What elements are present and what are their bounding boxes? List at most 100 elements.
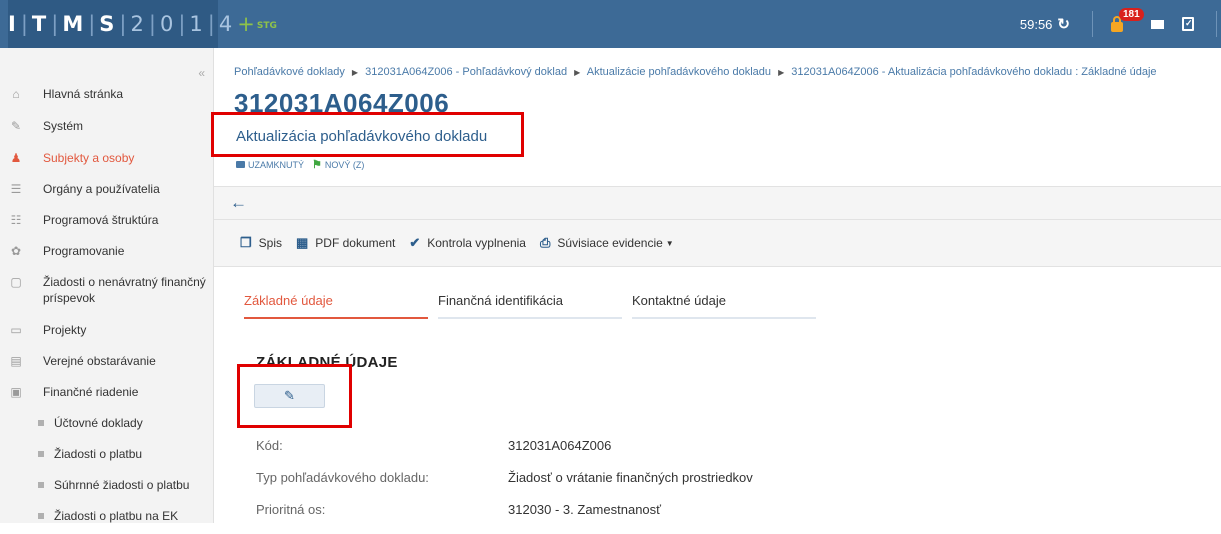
logo-letter: T (31, 12, 47, 36)
sidebar-item-label: Projekty (43, 323, 87, 337)
logo-letter: M (62, 12, 84, 36)
highlight-box (237, 364, 352, 428)
wallet-icon: ▣ (10, 385, 22, 399)
field-label: Prioritná os: (256, 502, 326, 517)
logo-separator: | (207, 12, 215, 36)
divider (214, 266, 1221, 267)
check-completion-label: Kontrola vyplnenia (427, 236, 526, 250)
sidebar-item-label: Finančné riadenie (43, 385, 139, 399)
logo-year-digit: 0 (159, 12, 174, 36)
breadcrumb: Pohľadávkové doklady ▶ 312031A064Z006 - … (234, 66, 1157, 78)
breadcrumb-link[interactable]: 312031A064Z006 - Pohľadávkový doklad (365, 66, 567, 78)
briefcase-icon: ▤ (10, 354, 22, 368)
clipboard-icon[interactable] (1182, 17, 1194, 31)
sidebar-item-label: Orgány a používatelia (43, 182, 160, 196)
session-timer: 59:56 ↻ (1020, 15, 1070, 33)
bullet-icon (38, 482, 44, 488)
sidebar-item-label: Subjekty a osoby (43, 151, 135, 165)
sidebar-item-applications[interactable]: ▢ Žiadosti o nenávratný finančný príspev… (0, 274, 214, 306)
status-locked-label: UZAMKNUTÝ (248, 159, 304, 170)
bullet-icon (38, 451, 44, 457)
pdf-label: PDF dokument (315, 236, 396, 250)
field-label: Typ pohľadávkového dokladu: (256, 470, 429, 485)
top-bar: I | T | M | S | 2 | 0 | 1 | 4 + STG 59:5… (0, 0, 1221, 48)
field-value: Žiadosť o vrátanie finančných prostriedk… (508, 470, 753, 485)
breadcrumb-arrow-icon: ▶ (574, 68, 581, 77)
logo-plus: + (237, 12, 255, 36)
folder-icon: ▭ (10, 323, 22, 337)
sidebar-subitem-label: Žiadosti o platbu (54, 447, 143, 461)
files-icon: ❐ (240, 235, 252, 250)
tabs: Základné údaje Finančná identifikácia Ko… (244, 293, 826, 319)
tab-basic-data[interactable]: Základné údaje (244, 293, 428, 319)
logo-year-digit: 1 (189, 12, 203, 36)
field-label: Kód: (256, 438, 283, 453)
notifications-button[interactable]: 181 (1111, 8, 1144, 32)
breadcrumb-link[interactable]: Aktualizácie pohľadávkového dokladu (587, 66, 771, 78)
refresh-icon[interactable]: ↻ (1057, 15, 1070, 33)
sidebar-subitem-label: Žiadosti o platbu na EK (54, 509, 179, 523)
logo-separator: | (88, 12, 96, 36)
session-timer-value: 59:56 (1019, 16, 1053, 32)
sitemap-icon: ☷ (10, 213, 22, 227)
sidebar-item-label: Systém (43, 119, 84, 133)
sidebar-item-label: Žiadosti o nenávratný finančný príspevok (43, 275, 206, 305)
sidebar-subitem-accounting-documents[interactable]: Účtovné doklady (0, 415, 214, 431)
people-icon: ♟ (10, 151, 22, 165)
detail-fields: Kód: 312031A064Z006 Typ pohľadávkového d… (256, 438, 1156, 534)
bullet-icon (38, 420, 44, 426)
mail-icon[interactable] (1151, 19, 1164, 29)
related-records-label: Súvisiace evidencie (557, 236, 663, 250)
divider (1092, 11, 1093, 37)
sidebar-subitem-payment-requests[interactable]: Žiadosti o platbu (0, 446, 214, 462)
logo-separator: | (20, 12, 28, 36)
field-row: Kód: 312031A064Z006 (256, 438, 1156, 454)
sidebar-item-label: Verejné obstarávanie (43, 354, 156, 368)
breadcrumb-current: 312031A064Z006 - Aktualizácia pohľadávko… (791, 66, 1157, 78)
field-row: Prioritná os: 312030 - 3. Zamestnanosť (256, 502, 1156, 518)
breadcrumb-link[interactable]: Pohľadávkové doklady (234, 66, 345, 78)
collapse-sidebar-icon[interactable]: « (198, 66, 205, 80)
field-row: Typ pohľadávkového dokladu: Žiadosť o vr… (256, 470, 1156, 486)
check-icon: ✔ (409, 235, 421, 250)
sidebar-item-system[interactable]: ✎ Systém (0, 118, 214, 134)
logo-separator: | (119, 12, 127, 36)
back-row: ← (214, 187, 1221, 219)
sidebar-item-finance[interactable]: ▣ Finančné riadenie (0, 384, 214, 400)
sidebar-subitem-ec-payment-requests[interactable]: Žiadosti o platbu na EK (0, 508, 214, 524)
toolbar: ❐ Spis ▦ PDF dokument ✔ Kontrola vyplnen… (214, 220, 1221, 266)
sidebar: « ⌂ Hlavná stránka ✎ Systém ♟ Subjekty a… (0, 48, 214, 523)
sidebar-item-label: Programová štruktúra (43, 213, 159, 227)
environment-label: STG (256, 21, 277, 31)
tab-financial-identification[interactable]: Finančná identifikácia (438, 293, 622, 319)
app-logo[interactable]: I | T | M | S | 2 | 0 | 1 | 4 + STG (8, 0, 277, 48)
spis-label: Spis (258, 236, 282, 250)
related-records-dropdown[interactable]: ⎙ Súvisiace evidencie ▼ (540, 235, 674, 251)
sidebar-subitem-summary-payment-requests[interactable]: Súhrnné žiadosti o platbu (0, 477, 214, 493)
sidebar-subitem-label: Účtovné doklady (54, 416, 143, 430)
sidebar-item-home[interactable]: ⌂ Hlavná stránka (0, 86, 214, 102)
caret-down-icon: ▼ (665, 238, 674, 248)
sidebar-item-organs[interactable]: ☰ Orgány a používatelia (0, 181, 214, 197)
logo-year-digit: 2 (130, 12, 144, 36)
sidebar-item-label: Programovanie (43, 244, 125, 258)
printer-icon: ⎙ (539, 235, 551, 250)
pdf-document-button[interactable]: ▦ PDF dokument (296, 235, 395, 251)
check-completion-button[interactable]: ✔ Kontrola vyplnenia (409, 235, 526, 251)
spis-button[interactable]: ❐ Spis (240, 235, 282, 251)
sidebar-item-projects[interactable]: ▭ Projekty (0, 322, 214, 338)
logo-letter: I (8, 12, 16, 36)
sidebar-item-procurement[interactable]: ▤ Verejné obstarávanie (0, 353, 214, 369)
status-new-label: NOVÝ (Z) (324, 159, 365, 170)
tab-contact-data[interactable]: Kontaktné údaje (632, 293, 816, 319)
home-icon: ⌂ (12, 87, 20, 101)
users-icon: ☰ (10, 182, 22, 196)
back-arrow-icon[interactable]: ← (230, 193, 247, 213)
bullet-icon (38, 513, 44, 519)
sidebar-item-programming[interactable]: ✿ Programovanie (0, 243, 214, 259)
sidebar-item-subjects[interactable]: ♟ Subjekty a osoby (0, 150, 214, 166)
field-value: 312031A064Z006 (508, 438, 612, 453)
record-status: UZAMKNUTÝ ⚑ NOVÝ (Z) (236, 158, 364, 171)
lock-icon (236, 161, 245, 168)
sidebar-item-program-structure[interactable]: ☷ Programová štruktúra (0, 212, 214, 228)
